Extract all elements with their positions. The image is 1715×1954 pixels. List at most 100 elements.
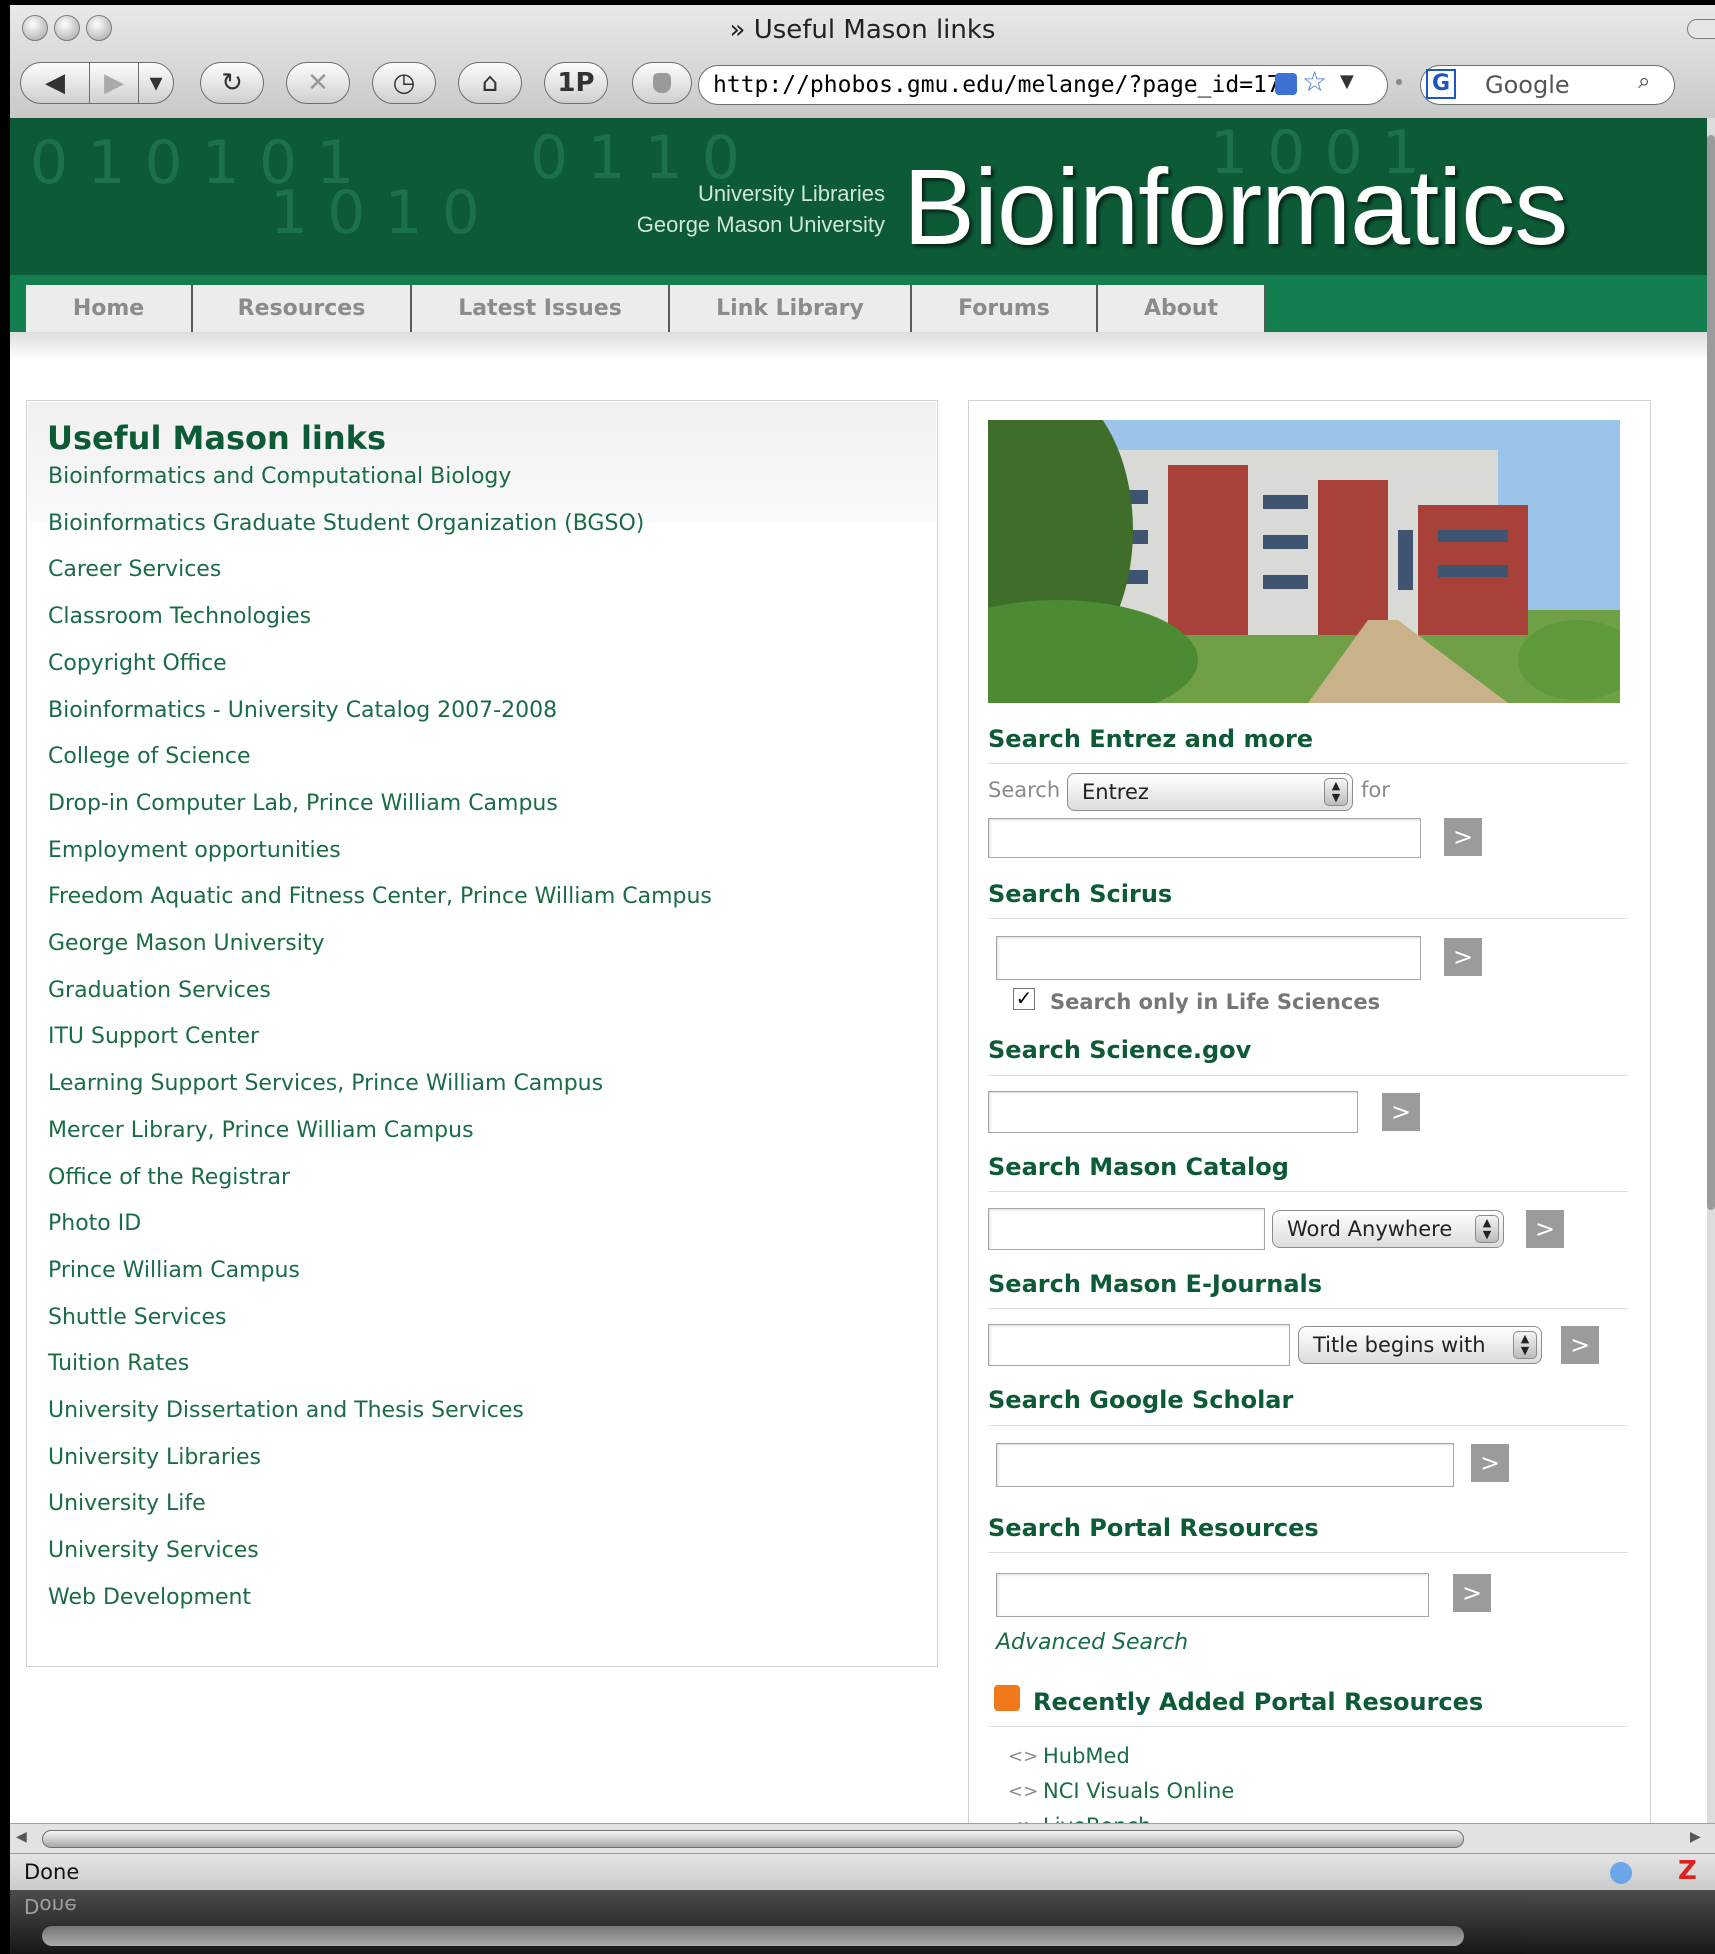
catalog-search-input[interactable] [988,1208,1265,1250]
clock-icon: ◷ [392,68,416,98]
mason-link[interactable]: Bioinformatics - University Catalog 2007… [48,698,557,723]
sciencegov-search-input[interactable] [988,1091,1358,1133]
entrez-database-select[interactable]: Entrez ▲ ▼ [1067,773,1353,811]
url-text: http://phobos.gmu.edu/melange/?page_id=1… [713,72,1281,98]
entrez-search-input[interactable] [988,818,1421,858]
heading-divider [988,1075,1628,1076]
page-viewport: 0 1 0 1 0 1 1 0 1 0 0 1 1 0 1 0 0 1 Univ… [10,118,1707,1823]
horizontal-scroll-thumb[interactable] [42,1830,1464,1848]
mason-link[interactable]: University Dissertation and Thesis Servi… [48,1398,524,1423]
mason-link[interactable]: Learning Support Services, Prince Willia… [48,1071,603,1096]
mason-link[interactable]: Graduation Services [48,978,271,1003]
mason-link[interactable]: Prince William Campus [48,1258,300,1283]
addon-status-icon[interactable] [1610,1862,1632,1884]
catalog-go-button[interactable]: > [1526,1210,1564,1248]
mason-link[interactable]: College of Science [48,744,251,769]
campus-building-photo [988,420,1620,703]
nav-latest-issues[interactable]: Latest Issues [412,285,670,332]
history-button[interactable]: ◷ [372,62,436,104]
site-title[interactable]: Bioinformatics [903,144,1568,269]
reflection-scroll-thumb [42,1926,1464,1946]
web-search-field[interactable]: Google [1420,65,1675,105]
search-icon[interactable]: ⌕ [1638,69,1650,94]
scroll-left-arrow-icon[interactable]: ◀ [16,1829,27,1845]
mason-link[interactable]: ITU Support Center [48,1024,259,1049]
entrez-go-button[interactable]: > [1444,818,1482,856]
select-arrows-icon: ▲ ▼ [1513,1331,1537,1359]
catalog-field-select[interactable]: Word Anywhere ▲ ▼ [1272,1210,1504,1248]
toolbar-toggle-button[interactable] [1687,19,1715,39]
scirus-search-input[interactable] [996,936,1421,980]
sciencegov-go-button[interactable]: > [1382,1093,1420,1131]
mason-link[interactable]: Photo ID [48,1211,141,1236]
recent-resource-link[interactable]: NCI Visuals Online [1043,1779,1234,1803]
recent-resource-link[interactable]: LiveBench [1043,1814,1151,1823]
mason-link[interactable]: Shuttle Services [48,1305,227,1330]
sciencegov-heading: Search Science.gov [988,1036,1252,1064]
rss-feed-icon[interactable] [994,1685,1020,1711]
portal-go-button[interactable]: > [1453,1574,1491,1612]
mason-link[interactable]: University Services [48,1538,259,1563]
history-menu-button[interactable]: ▾ [138,62,174,104]
chevron-right-icon: > [1569,1331,1591,1359]
select-arrows-icon: ▲ ▼ [1475,1215,1499,1243]
search-placeholder: Google [1485,71,1570,99]
home-button[interactable]: ⌂ [458,62,522,104]
mason-link[interactable]: Web Development [48,1585,251,1610]
zotero-icon[interactable]: Z [1678,1856,1697,1886]
nav-home[interactable]: Home [26,285,193,332]
stop-icon: ✕ [307,68,329,98]
rss-feed-icon[interactable] [1275,73,1297,95]
portal-search-input[interactable] [996,1573,1429,1617]
entrez-search-label: Search [988,778,1061,802]
url-dropdown-icon[interactable]: ▼ [1340,71,1354,92]
banner-george-mason[interactable]: George Mason University [637,212,885,238]
mason-link[interactable]: Freedom Aquatic and Fitness Center, Prin… [48,884,712,909]
back-button[interactable]: ◀ [20,62,90,104]
mason-link[interactable]: Office of the Registrar [48,1165,290,1190]
main-nav: Home Resources Latest Issues Link Librar… [10,275,1707,332]
scroll-right-arrow-icon[interactable]: ▶ [1690,1829,1701,1845]
mason-link[interactable]: Bioinformatics Graduate Student Organiza… [48,511,644,536]
banner-university-libraries[interactable]: University Libraries [698,181,885,207]
site-identity-button[interactable] [632,62,692,104]
advanced-search-link[interactable]: Advanced Search [996,1630,1188,1655]
bookmark-star-icon[interactable]: ☆ [1302,65,1327,98]
ejournals-go-button[interactable]: > [1561,1326,1599,1364]
mason-link[interactable]: Career Services [48,557,221,582]
nav-forums[interactable]: Forums [912,285,1098,332]
scirus-go-button[interactable]: > [1444,938,1482,976]
nav-link-library[interactable]: Link Library [670,285,912,332]
chevron-right-icon: > [1479,1449,1501,1477]
forward-button[interactable]: ▶ [89,62,139,104]
entrez-heading: Search Entrez and more [988,725,1314,753]
mason-link[interactable]: Drop-in Computer Lab, Prince William Cam… [48,791,558,816]
mason-link[interactable]: Employment opportunities [48,838,341,863]
search-engine-icon[interactable]: G [1426,69,1456,99]
mason-link[interactable]: Mercer Library, Prince William Campus [48,1118,474,1143]
mason-link[interactable]: University Life [48,1491,206,1516]
nav-about[interactable]: About [1098,285,1266,332]
chevron-right-icon: > [1534,1215,1556,1243]
select-value: Entrez [1082,780,1149,804]
mason-link[interactable]: Bioinformatics and Computational Biology [48,464,511,489]
stop-button[interactable]: ✕ [286,62,350,104]
reload-button[interactable]: ↻ [200,62,264,104]
ejournals-search-input[interactable] [988,1324,1290,1366]
mason-link[interactable]: Tuition Rates [48,1351,189,1376]
heading-divider [988,1726,1628,1727]
scholar-go-button[interactable]: > [1471,1444,1509,1482]
life-sciences-checkbox[interactable]: ✓ [1013,988,1035,1010]
recent-resource-link[interactable]: HubMed [1043,1744,1130,1768]
mason-link[interactable]: Copyright Office [48,651,227,676]
mason-link[interactable]: University Libraries [48,1445,261,1470]
vertical-scroll-thumb[interactable] [1707,135,1715,1210]
scholar-heading: Search Google Scholar [988,1386,1294,1414]
mason-link[interactable]: Classroom Technologies [48,604,311,629]
nav-resources[interactable]: Resources [193,285,412,332]
scholar-search-input[interactable] [996,1443,1454,1487]
ejournals-field-select[interactable]: Title begins with ▲ ▼ [1298,1326,1542,1364]
mason-link[interactable]: George Mason University [48,931,325,956]
onepassword-button[interactable]: 1P [544,62,608,104]
site-banner: 0 1 0 1 0 1 1 0 1 0 0 1 1 0 1 0 0 1 Univ… [10,118,1707,275]
